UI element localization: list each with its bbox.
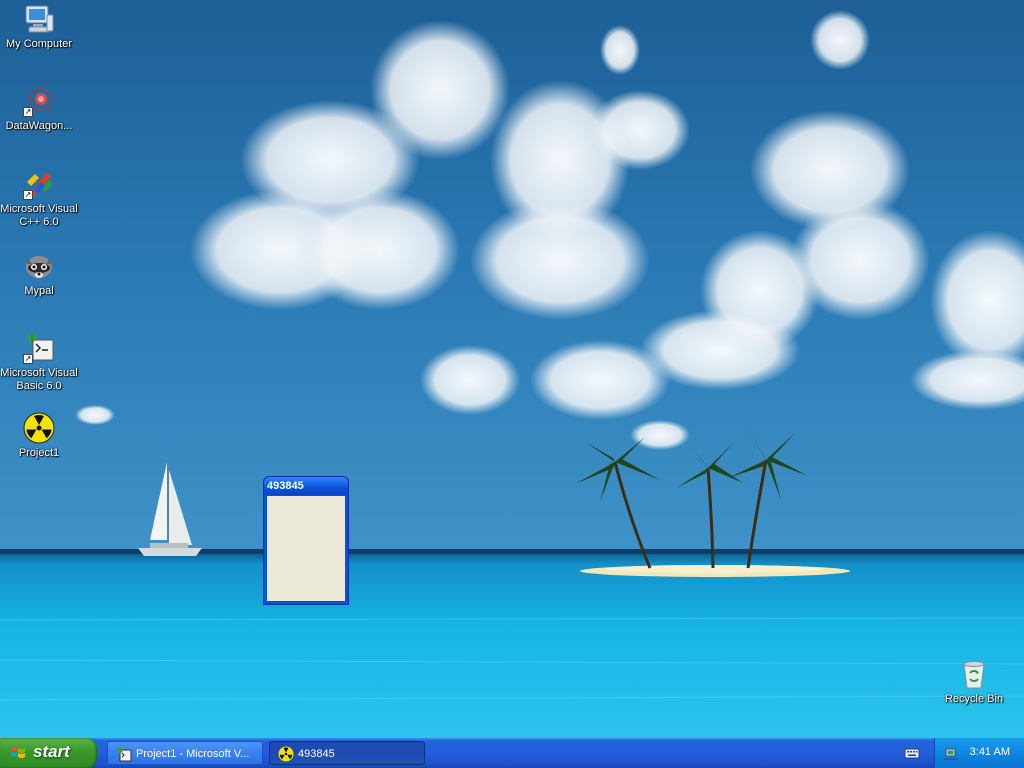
taskbar: start Project1 - Microsoft V... 493845 3… <box>0 738 1024 768</box>
keyboard-icon[interactable] <box>904 745 920 761</box>
raccoon-icon <box>23 250 55 282</box>
visual-cpp-icon: ↗ <box>23 168 55 200</box>
taskbar-button-project1[interactable]: Project1 - Microsoft V... <box>107 741 263 765</box>
desktop-icon-project1[interactable]: Project1 <box>0 412 78 460</box>
desktop-icon-label: Recycle Bin <box>944 693 1004 705</box>
start-button[interactable]: start <box>0 738 97 768</box>
windows-logo-icon <box>11 747 25 758</box>
desktop-icon-datawagon[interactable]: ↗ DataWagon... <box>0 85 78 133</box>
desktop-icon-label: DataWagon... <box>5 120 73 132</box>
desktop-icon-mypal[interactable]: Mypal <box>0 250 78 298</box>
recycle-bin-icon <box>958 658 990 690</box>
taskbar-button-493845[interactable]: 493845 <box>269 741 425 765</box>
radiation-icon <box>23 412 55 444</box>
shortcut-arrow-icon: ↗ <box>23 107 33 117</box>
desktop-icon-visual-cpp[interactable]: ↗ Microsoft Visual C++ 6.0 <box>0 168 78 229</box>
desktop-icon-label: Microsoft Visual C++ 6.0 <box>0 203 78 228</box>
shortcut-arrow-icon: ↗ <box>23 190 33 200</box>
my-computer-icon <box>23 3 55 35</box>
visual-basic-icon <box>117 747 132 762</box>
desktop-icon-recycle-bin[interactable]: Recycle Bin <box>935 658 1013 706</box>
desktop-icon-label: Project1 <box>18 447 60 459</box>
radiation-icon <box>278 746 294 762</box>
start-label: start <box>33 742 70 761</box>
desktop-icon-label: Mypal <box>24 285 54 297</box>
taskbar-button-label: 493845 <box>298 748 335 760</box>
desktop-wallpaper <box>0 0 1024 738</box>
visual-basic-icon: ↗ <box>23 332 55 364</box>
desktop-icon-label: Microsoft Visual Basic 6.0 <box>0 367 78 392</box>
taskbar-button-label: Project1 - Microsoft V... <box>136 748 250 760</box>
shortcut-arrow-icon: ↗ <box>23 354 33 364</box>
app-window[interactable]: 493845 <box>263 476 349 605</box>
desktop-icon-visual-basic[interactable]: ↗ Microsoft Visual Basic 6.0 <box>0 332 78 393</box>
desktop-icon-my-computer[interactable]: My Computer <box>0 3 78 51</box>
window-title[interactable]: 493845 <box>264 477 348 495</box>
clock[interactable]: 3:41 AM <box>970 746 1010 758</box>
wallpaper-image <box>0 0 1024 738</box>
datawagon-icon: ↗ <box>23 85 55 117</box>
desktop-icon-label: My Computer <box>5 38 73 50</box>
network-icon[interactable] <box>943 745 959 761</box>
window-client-area[interactable] <box>267 496 345 601</box>
system-tray: 3:41 AM <box>934 738 1024 768</box>
